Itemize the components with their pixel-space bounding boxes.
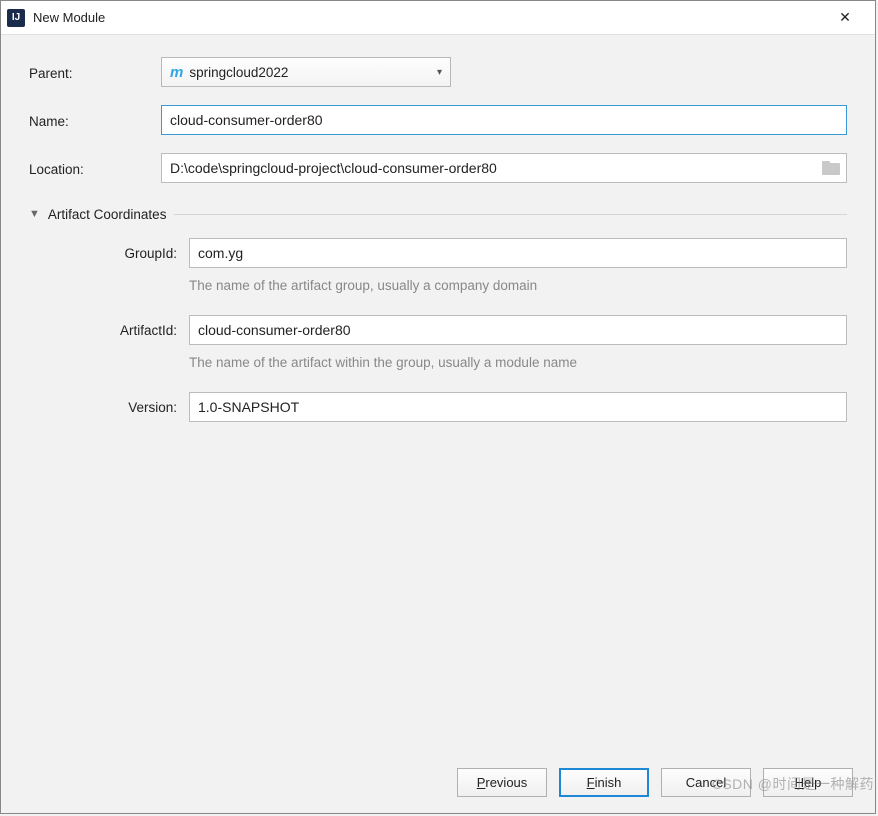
artifactid-input[interactable] bbox=[189, 315, 847, 345]
finish-button[interactable]: Finish bbox=[559, 768, 649, 797]
browse-folder-icon[interactable] bbox=[822, 161, 840, 175]
close-icon[interactable]: ✕ bbox=[823, 4, 867, 32]
version-input[interactable] bbox=[189, 392, 847, 422]
dialog-content: Parent: m springcloud2022 ▾ Name: Locati… bbox=[1, 35, 875, 756]
artifact-section-title: Artifact Coordinates bbox=[48, 207, 167, 222]
location-label: Location: bbox=[29, 160, 161, 177]
name-label: Name: bbox=[29, 112, 161, 129]
groupid-hint: The name of the artifact group, usually … bbox=[189, 278, 847, 293]
artifactid-hint: The name of the artifact within the grou… bbox=[189, 355, 847, 370]
row-artifactid: ArtifactId: bbox=[29, 315, 847, 345]
collapse-icon: ▼ bbox=[29, 208, 40, 220]
chevron-down-icon: ▾ bbox=[437, 67, 442, 78]
previous-button[interactable]: Previous bbox=[457, 768, 547, 797]
button-bar: Previous Finish Cancel Help bbox=[1, 756, 875, 813]
artifact-section-header[interactable]: ▼ Artifact Coordinates bbox=[29, 207, 847, 222]
location-value: D:\code\springcloud-project\cloud-consum… bbox=[170, 160, 822, 176]
row-location: Location: D:\code\springcloud-project\cl… bbox=[29, 153, 847, 183]
version-label: Version: bbox=[29, 400, 189, 415]
parent-label: Parent: bbox=[29, 64, 161, 81]
help-button[interactable]: Help bbox=[763, 768, 853, 797]
groupid-label: GroupId: bbox=[29, 246, 189, 261]
cancel-button[interactable]: Cancel bbox=[661, 768, 751, 797]
groupid-input[interactable] bbox=[189, 238, 847, 268]
parent-value: springcloud2022 bbox=[189, 65, 437, 80]
location-input-wrap[interactable]: D:\code\springcloud-project\cloud-consum… bbox=[161, 153, 847, 183]
window-title: New Module bbox=[33, 10, 823, 25]
name-input[interactable] bbox=[161, 105, 847, 135]
section-divider bbox=[174, 214, 847, 215]
dialog-window: IJ New Module ✕ Parent: m springcloud202… bbox=[0, 0, 876, 814]
artifactid-label: ArtifactId: bbox=[29, 323, 189, 338]
titlebar: IJ New Module ✕ bbox=[1, 1, 875, 35]
row-name: Name: bbox=[29, 105, 847, 135]
parent-combobox[interactable]: m springcloud2022 ▾ bbox=[161, 57, 451, 87]
row-parent: Parent: m springcloud2022 ▾ bbox=[29, 57, 847, 87]
row-version: Version: bbox=[29, 392, 847, 422]
maven-icon: m bbox=[170, 64, 183, 81]
row-groupid: GroupId: bbox=[29, 238, 847, 268]
app-icon: IJ bbox=[7, 9, 25, 27]
